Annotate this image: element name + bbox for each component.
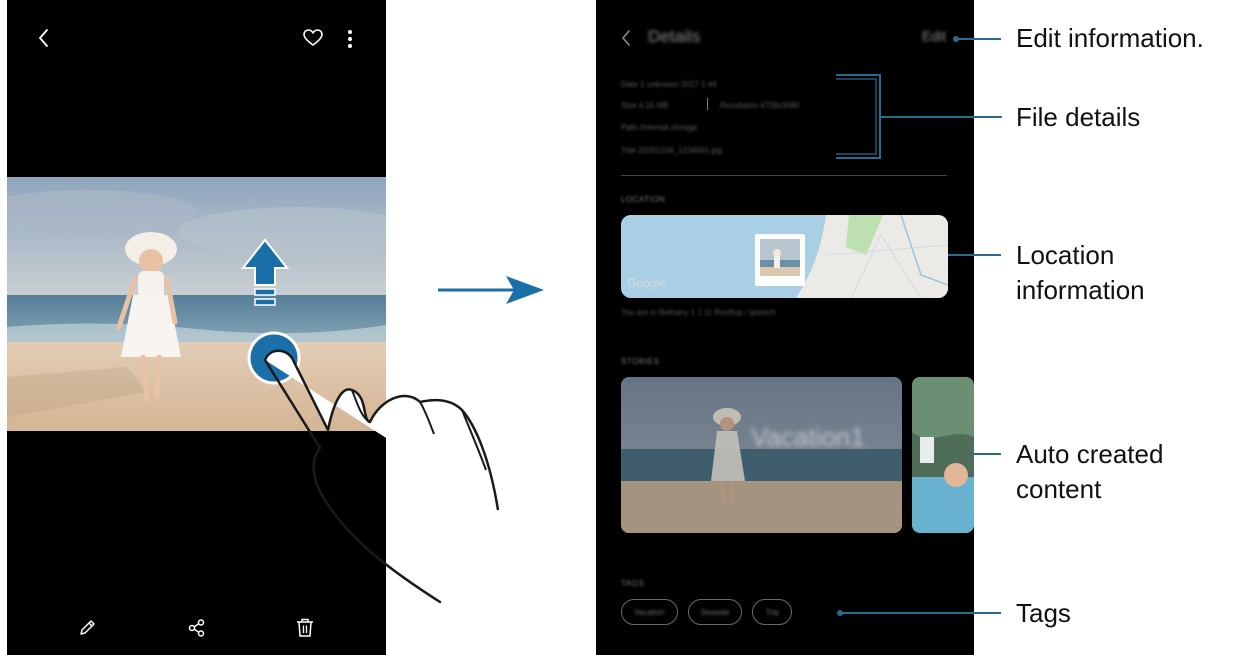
- location-address: You are in Bethany 1 1 11 Rooftop / Ipsw…: [621, 308, 776, 317]
- tag-chip[interactable]: Trip: [752, 599, 792, 625]
- callout-location-line1: Location: [1016, 240, 1115, 270]
- back-icon[interactable]: [37, 27, 51, 49]
- tag-chip[interactable]: Vacation: [621, 599, 678, 625]
- callout-location-line2: information: [1016, 275, 1145, 305]
- info-date: Date 1 unknown 2017 1:44: [621, 80, 717, 89]
- callout-line-edit: [955, 38, 1001, 40]
- callout-line-auto-content: [974, 453, 1001, 455]
- tag-chip[interactable]: Seaside: [687, 599, 743, 625]
- transition-arrow-icon: [438, 276, 544, 304]
- callout-line-tags: [840, 612, 1001, 614]
- map-photo-pin[interactable]: [755, 234, 805, 286]
- stories-section-label: STORIES: [621, 357, 660, 366]
- callout-dot-tags: [837, 610, 843, 616]
- map-brand: Google: [627, 276, 666, 290]
- swipe-up-arrow-icon: [241, 238, 289, 306]
- more-options-icon[interactable]: [346, 28, 354, 50]
- info-separator: [707, 98, 708, 110]
- tags-section-label: TAGS: [621, 579, 645, 588]
- callout-auto-line2: content: [1016, 474, 1102, 504]
- delete-trash-icon[interactable]: [295, 617, 315, 639]
- callout-tags: Tags: [1016, 598, 1071, 628]
- info-size: Size 4.15 MB: [621, 101, 669, 110]
- callout-file-details: File details: [1016, 102, 1141, 132]
- touch-finger-icon: [247, 331, 500, 604]
- story-card-partial[interactable]: [912, 377, 974, 533]
- edit-button[interactable]: Edit: [922, 28, 946, 44]
- details-title: Details: [648, 27, 700, 46]
- tags-list: Vacation Seaside Trip: [621, 599, 792, 627]
- info-resolution: Resolution 4728x3080: [720, 101, 800, 110]
- callout-edit-information: Edit information.: [1016, 23, 1204, 53]
- location-section-label: LOCATION: [621, 195, 666, 204]
- share-icon[interactable]: [187, 618, 207, 638]
- info-path: Path /Internal storage: [621, 123, 698, 132]
- section-divider: [621, 175, 947, 176]
- heart-icon[interactable]: [303, 29, 323, 47]
- callout-bracket-file-details: [836, 74, 1002, 159]
- callout-dot-edit: [953, 36, 959, 42]
- back-icon[interactable]: [620, 29, 632, 47]
- story-card[interactable]: Vacation1: [621, 377, 902, 533]
- story-title: Vacation1: [751, 422, 865, 452]
- info-title: Title 20201234_1234561.jpg: [621, 146, 723, 155]
- edit-pencil-icon[interactable]: [77, 618, 97, 638]
- callout-auto-line1: Auto created: [1016, 439, 1164, 469]
- callout-line-location: [948, 254, 1001, 256]
